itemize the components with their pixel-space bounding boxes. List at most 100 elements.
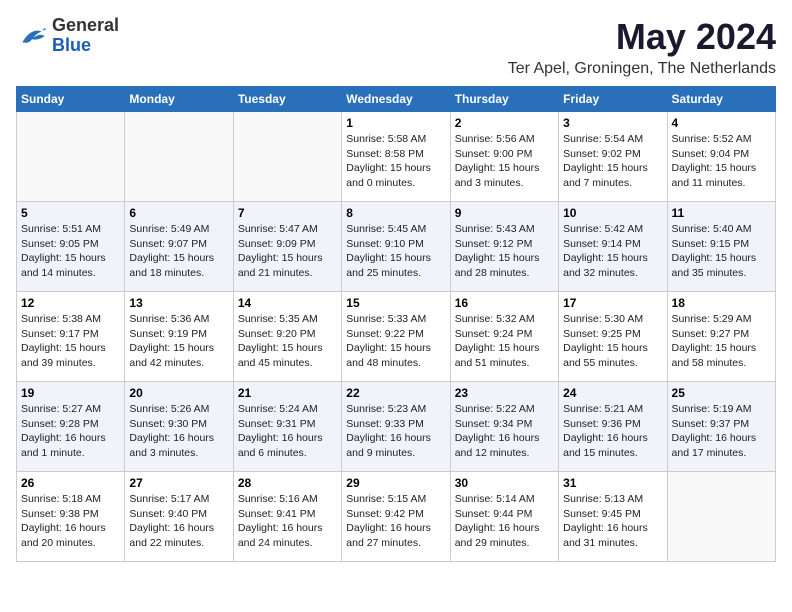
day-info: Sunrise: 5:42 AM Sunset: 9:14 PM Dayligh… — [563, 222, 662, 281]
day-info: Sunrise: 5:17 AM Sunset: 9:40 PM Dayligh… — [129, 492, 228, 551]
day-info: Sunrise: 5:14 AM Sunset: 9:44 PM Dayligh… — [455, 492, 554, 551]
week-row-1: 1Sunrise: 5:58 AM Sunset: 8:58 PM Daylig… — [17, 112, 776, 202]
week-row-2: 5 Sunrise: 5:51 AM Sunset: 9:05 PM Daylig… — [17, 202, 776, 292]
day-info: Sunrise: 5:43 AM Sunset: 9:12 PM Dayligh… — [455, 222, 554, 281]
calendar-cell: 27 Sunrise: 5:17 AM Sunset: 9:40 PM Dayli… — [125, 472, 233, 562]
col-header-saturday: Saturday — [667, 87, 775, 112]
day-info: Sunrise: 5:36 AM Sunset: 9:19 PM Dayligh… — [129, 312, 228, 371]
day-number: 18 — [672, 296, 771, 310]
calendar-cell — [233, 112, 341, 202]
day-info: Sunrise: 5:26 AM Sunset: 9:30 PM Dayligh… — [129, 402, 228, 461]
day-info: Sunrise: 5:45 AM Sunset: 9:10 PM Dayligh… — [346, 222, 445, 281]
day-number: 15 — [346, 296, 445, 310]
day-number: 25 — [672, 386, 771, 400]
day-number: 6 — [129, 206, 228, 220]
calendar-cell: 23Sunrise: 5:22 AM Sunset: 9:34 PM Dayli… — [450, 382, 558, 472]
day-info: Sunrise: 5:21 AM Sunset: 9:36 PM Dayligh… — [563, 402, 662, 461]
day-number: 24 — [563, 386, 662, 400]
day-info: Sunrise: 5:40 AM Sunset: 9:15 PM Dayligh… — [672, 222, 771, 281]
day-info: Sunrise: 5:35 AM Sunset: 9:20 PM Dayligh… — [238, 312, 337, 371]
col-header-thursday: Thursday — [450, 87, 558, 112]
logo-bird-icon — [16, 20, 48, 52]
calendar-cell: 14 Sunrise: 5:35 AM Sunset: 9:20 PM Dayli… — [233, 292, 341, 382]
day-number: 10 — [563, 206, 662, 220]
calendar-cell: 11 Sunrise: 5:40 AM Sunset: 9:15 PM Dayli… — [667, 202, 775, 292]
day-number: 30 — [455, 476, 554, 490]
calendar-cell: 20 Sunrise: 5:26 AM Sunset: 9:30 PM Dayli… — [125, 382, 233, 472]
calendar-cell: 7Sunrise: 5:47 AM Sunset: 9:09 PM Daylig… — [233, 202, 341, 292]
day-info: Sunrise: 5:22 AM Sunset: 9:34 PM Dayligh… — [455, 402, 554, 461]
page-header: General Blue May 2024 Ter Apel, Groninge… — [16, 16, 776, 78]
calendar-cell: 1Sunrise: 5:58 AM Sunset: 8:58 PM Daylig… — [342, 112, 450, 202]
day-number: 14 — [238, 296, 337, 310]
day-info: Sunrise: 5:23 AM Sunset: 9:33 PM Dayligh… — [346, 402, 445, 461]
logo: General Blue — [16, 16, 119, 56]
day-number: 5 — [21, 206, 120, 220]
day-number: 29 — [346, 476, 445, 490]
day-info: Sunrise: 5:18 AM Sunset: 9:38 PM Dayligh… — [21, 492, 120, 551]
day-info: Sunrise: 5:29 AM Sunset: 9:27 PM Dayligh… — [672, 312, 771, 371]
day-number: 31 — [563, 476, 662, 490]
day-number: 7 — [238, 206, 337, 220]
col-header-sunday: Sunday — [17, 87, 125, 112]
day-info: Sunrise: 5:16 AM Sunset: 9:41 PM Dayligh… — [238, 492, 337, 551]
calendar-cell: 16 Sunrise: 5:32 AM Sunset: 9:24 PM Dayli… — [450, 292, 558, 382]
calendar-cell: 17 Sunrise: 5:30 AM Sunset: 9:25 PM Dayli… — [559, 292, 667, 382]
day-info: Sunrise: 5:38 AM Sunset: 9:17 PM Dayligh… — [21, 312, 120, 371]
day-number: 9 — [455, 206, 554, 220]
calendar-cell: 24 Sunrise: 5:21 AM Sunset: 9:36 PM Dayli… — [559, 382, 667, 472]
day-number: 3 — [563, 116, 662, 130]
col-header-tuesday: Tuesday — [233, 87, 341, 112]
day-info: Sunrise: 5:52 AM Sunset: 9:04 PM Dayligh… — [672, 132, 771, 191]
day-number: 26 — [21, 476, 120, 490]
calendar-cell: 28Sunrise: 5:16 AM Sunset: 9:41 PM Dayli… — [233, 472, 341, 562]
day-number: 12 — [21, 296, 120, 310]
day-number: 8 — [346, 206, 445, 220]
day-number: 19 — [21, 386, 120, 400]
day-number: 17 — [563, 296, 662, 310]
col-header-monday: Monday — [125, 87, 233, 112]
day-info: Sunrise: 5:30 AM Sunset: 9:25 PM Dayligh… — [563, 312, 662, 371]
calendar-cell: 5 Sunrise: 5:51 AM Sunset: 9:05 PM Daylig… — [17, 202, 125, 292]
title-block: May 2024 Ter Apel, Groningen, The Nether… — [508, 16, 776, 78]
calendar-cell: 4 Sunrise: 5:52 AM Sunset: 9:04 PM Daylig… — [667, 112, 775, 202]
calendar-header-row: SundayMondayTuesdayWednesdayThursdayFrid… — [17, 87, 776, 112]
calendar-cell: 30 Sunrise: 5:14 AM Sunset: 9:44 PM Dayli… — [450, 472, 558, 562]
main-title: May 2024 — [508, 16, 776, 58]
day-info: Sunrise: 5:13 AM Sunset: 9:45 PM Dayligh… — [563, 492, 662, 551]
day-number: 4 — [672, 116, 771, 130]
day-number: 27 — [129, 476, 228, 490]
col-header-wednesday: Wednesday — [342, 87, 450, 112]
day-number: 16 — [455, 296, 554, 310]
calendar-cell: 9 Sunrise: 5:43 AM Sunset: 9:12 PM Daylig… — [450, 202, 558, 292]
day-info: Sunrise: 5:32 AM Sunset: 9:24 PM Dayligh… — [455, 312, 554, 371]
day-info: Sunrise: 5:49 AM Sunset: 9:07 PM Dayligh… — [129, 222, 228, 281]
logo-text: General Blue — [52, 16, 119, 56]
day-info: Sunrise: 5:56 AM Sunset: 9:00 PM Dayligh… — [455, 132, 554, 191]
day-info: Sunrise: 5:54 AM Sunset: 9:02 PM Dayligh… — [563, 132, 662, 191]
calendar-cell: 12 Sunrise: 5:38 AM Sunset: 9:17 PM Dayli… — [17, 292, 125, 382]
calendar-cell — [667, 472, 775, 562]
day-number: 11 — [672, 206, 771, 220]
calendar-cell: 6 Sunrise: 5:49 AM Sunset: 9:07 PM Daylig… — [125, 202, 233, 292]
day-number: 1 — [346, 116, 445, 130]
day-info: Sunrise: 5:51 AM Sunset: 9:05 PM Dayligh… — [21, 222, 120, 281]
calendar-cell: 2Sunrise: 5:56 AM Sunset: 9:00 PM Daylig… — [450, 112, 558, 202]
calendar-cell: 15Sunrise: 5:33 AM Sunset: 9:22 PM Dayli… — [342, 292, 450, 382]
calendar-cell — [125, 112, 233, 202]
calendar-cell: 26 Sunrise: 5:18 AM Sunset: 9:38 PM Dayli… — [17, 472, 125, 562]
day-info: Sunrise: 5:15 AM Sunset: 9:42 PM Dayligh… — [346, 492, 445, 551]
calendar-cell: 8 Sunrise: 5:45 AM Sunset: 9:10 PM Daylig… — [342, 202, 450, 292]
calendar-cell: 22 Sunrise: 5:23 AM Sunset: 9:33 PM Dayli… — [342, 382, 450, 472]
subtitle: Ter Apel, Groningen, The Netherlands — [508, 60, 776, 78]
day-number: 20 — [129, 386, 228, 400]
day-number: 22 — [346, 386, 445, 400]
week-row-3: 12 Sunrise: 5:38 AM Sunset: 9:17 PM Dayli… — [17, 292, 776, 382]
calendar-cell: 25Sunrise: 5:19 AM Sunset: 9:37 PM Dayli… — [667, 382, 775, 472]
calendar-cell: 3 Sunrise: 5:54 AM Sunset: 9:02 PM Daylig… — [559, 112, 667, 202]
calendar-cell — [17, 112, 125, 202]
day-info: Sunrise: 5:27 AM Sunset: 9:28 PM Dayligh… — [21, 402, 120, 461]
col-header-friday: Friday — [559, 87, 667, 112]
calendar-table: SundayMondayTuesdayWednesdayThursdayFrid… — [16, 86, 776, 562]
day-info: Sunrise: 5:24 AM Sunset: 9:31 PM Dayligh… — [238, 402, 337, 461]
